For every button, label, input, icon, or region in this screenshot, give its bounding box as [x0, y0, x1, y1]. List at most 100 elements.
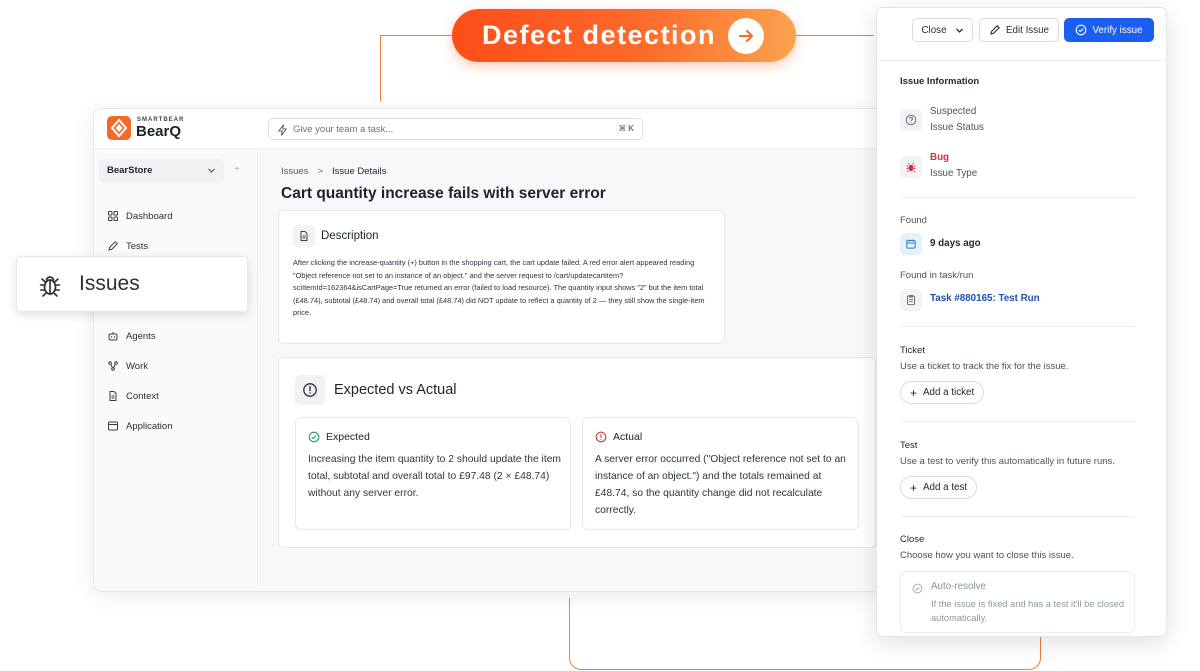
- nav-item-tests[interactable]: Tests: [107, 237, 148, 255]
- arrow-right-icon: [728, 18, 764, 54]
- nav-label: Context: [126, 390, 159, 402]
- add-test-button[interactable]: + Add a test: [900, 476, 978, 499]
- issue-status-value: Suspected: [930, 106, 977, 117]
- issue-side-panel: Close Edit Issue Verify issue Issue Info…: [876, 7, 1167, 637]
- issue-type-value: Bug: [930, 152, 950, 163]
- issue-information-heading: Issue Information: [900, 76, 980, 87]
- robot-icon: [107, 330, 119, 342]
- alert-circle-icon: [295, 375, 325, 405]
- check-circle-icon: [308, 431, 320, 443]
- document-icon: [107, 390, 119, 402]
- app-window: SMARTBEAR BearQ ⌘ K BearStore + Dashboar…: [93, 108, 883, 592]
- divider: [900, 516, 1135, 517]
- grid-icon: [107, 210, 119, 222]
- edit-issue-label: Edit Issue: [1005, 24, 1050, 36]
- found-in-heading: Found in task/run: [900, 270, 974, 281]
- close-dropdown-button[interactable]: Close: [912, 18, 973, 42]
- nav-label: Tests: [126, 240, 149, 252]
- bearq-logo-icon: [107, 116, 131, 140]
- plus-icon: +: [910, 480, 918, 495]
- nav-item-issues-callout[interactable]: Issues: [16, 256, 248, 312]
- nav-item-application[interactable]: Application: [107, 417, 172, 435]
- clipboard-icon: [900, 289, 922, 311]
- defect-detection-banner: Defect detection: [452, 9, 796, 62]
- plus-icon: +: [910, 385, 918, 400]
- breadcrumb-issues-link[interactable]: Issues: [281, 166, 308, 177]
- issue-details-main: Issues > Issue Details Cart quantity inc…: [259, 149, 882, 591]
- close-description: Choose how you want to close this issue.: [900, 550, 1074, 561]
- issue-type-label: Issue Type: [930, 168, 978, 179]
- add-test-label: Add a test: [923, 482, 968, 493]
- connector-line: [380, 35, 381, 101]
- document-icon: [293, 225, 315, 247]
- found-heading: Found: [900, 215, 927, 226]
- sidebar: BearStore + Dashboard Tests Agents Work …: [94, 149, 258, 591]
- top-bar: SMARTBEAR BearQ ⌘ K: [94, 109, 882, 149]
- chevron-down-icon: [208, 168, 215, 173]
- breadcrumb: Issues > Issue Details: [281, 166, 386, 177]
- breadcrumb-separator: >: [317, 166, 324, 177]
- shortcut-hint: ⌘ K: [618, 124, 634, 133]
- nav-item-agents[interactable]: Agents: [107, 327, 156, 345]
- add-ticket-button[interactable]: + Add a ticket: [900, 381, 985, 404]
- expected-vs-actual-title: Expected vs Actual: [334, 382, 457, 398]
- ticket-description: Use a ticket to track the fix for the is…: [900, 361, 1069, 372]
- actual-title: Actual: [613, 431, 643, 443]
- page-title: Cart quantity increase fails with server…: [281, 185, 606, 202]
- task-input[interactable]: [293, 121, 593, 137]
- actual-body: A server error occurred ("Object referen…: [595, 454, 846, 516]
- issues-label: Issues: [79, 272, 140, 295]
- nav-item-work[interactable]: Work: [107, 357, 148, 375]
- edit-issue-button[interactable]: Edit Issue: [979, 18, 1059, 42]
- divider: [900, 197, 1135, 198]
- nav-label: Dashboard: [126, 210, 173, 222]
- auto-resolve-description: If the issue is fixed and has a test it'…: [931, 599, 1124, 623]
- close-heading: Close: [900, 534, 925, 545]
- test-description: Use a test to verify this automatically …: [900, 456, 1115, 467]
- window-icon: [107, 420, 119, 432]
- add-ticket-label: Add a ticket: [923, 387, 975, 398]
- nav-label: Work: [126, 360, 148, 372]
- divider: [900, 326, 1135, 327]
- banner-label: Defect detection: [482, 20, 717, 50]
- workflow-icon: [107, 360, 119, 372]
- breadcrumb-current: Issue Details: [332, 166, 387, 177]
- expected-vs-actual-card: Expected vs Actual Expected Increasing t…: [278, 357, 876, 548]
- pencil-icon: [990, 25, 1000, 35]
- nav-label: Agents: [126, 330, 156, 342]
- panel-body: Issue Information Suspected Issue Status…: [877, 61, 1166, 636]
- expected-body: Increasing the item quantity to 2 should…: [308, 454, 562, 499]
- connector-line: [792, 35, 874, 36]
- divider: [900, 421, 1135, 422]
- error-circle-icon: [595, 431, 607, 443]
- bolt-icon: [277, 123, 288, 141]
- panel-toolbar: Close Edit Issue Verify issue: [877, 8, 1166, 61]
- found-value: 9 days ago: [930, 238, 981, 249]
- auto-resolve-title: Auto-resolve: [931, 581, 986, 592]
- nav-item-context[interactable]: Context: [107, 387, 159, 405]
- task-search-bar[interactable]: ⌘ K: [268, 118, 643, 140]
- help-circle-icon: [900, 109, 922, 131]
- verify-issue-button[interactable]: Verify issue: [1064, 18, 1154, 42]
- calendar-icon: [900, 233, 922, 255]
- bug-icon: [900, 156, 922, 178]
- test-heading: Test: [900, 440, 918, 451]
- pencil-icon: [107, 240, 119, 252]
- nav-item-dashboard[interactable]: Dashboard: [107, 207, 172, 225]
- chevron-down-icon: [955, 28, 963, 33]
- check-circle-icon: [912, 581, 923, 599]
- expected-card: Expected Increasing the item quantity to…: [295, 417, 571, 530]
- close-button-label: Close: [921, 24, 947, 36]
- bug-icon: [37, 272, 63, 303]
- check-circle-icon: [1076, 24, 1087, 36]
- description-title: Description: [321, 230, 379, 242]
- add-project-button[interactable]: +: [234, 164, 240, 175]
- description-card: Description After clicking the increase-…: [278, 210, 725, 344]
- expected-title: Expected: [326, 431, 370, 443]
- ticket-heading: Ticket: [900, 345, 925, 356]
- task-run-link[interactable]: Task #880165: Test Run: [930, 293, 1040, 304]
- nav-label: Application: [126, 420, 173, 432]
- auto-resolve-option[interactable]: Auto-resolve If the issue is fixed and h…: [900, 571, 1135, 633]
- connector-line: [380, 35, 456, 36]
- project-selector[interactable]: BearStore: [99, 159, 224, 183]
